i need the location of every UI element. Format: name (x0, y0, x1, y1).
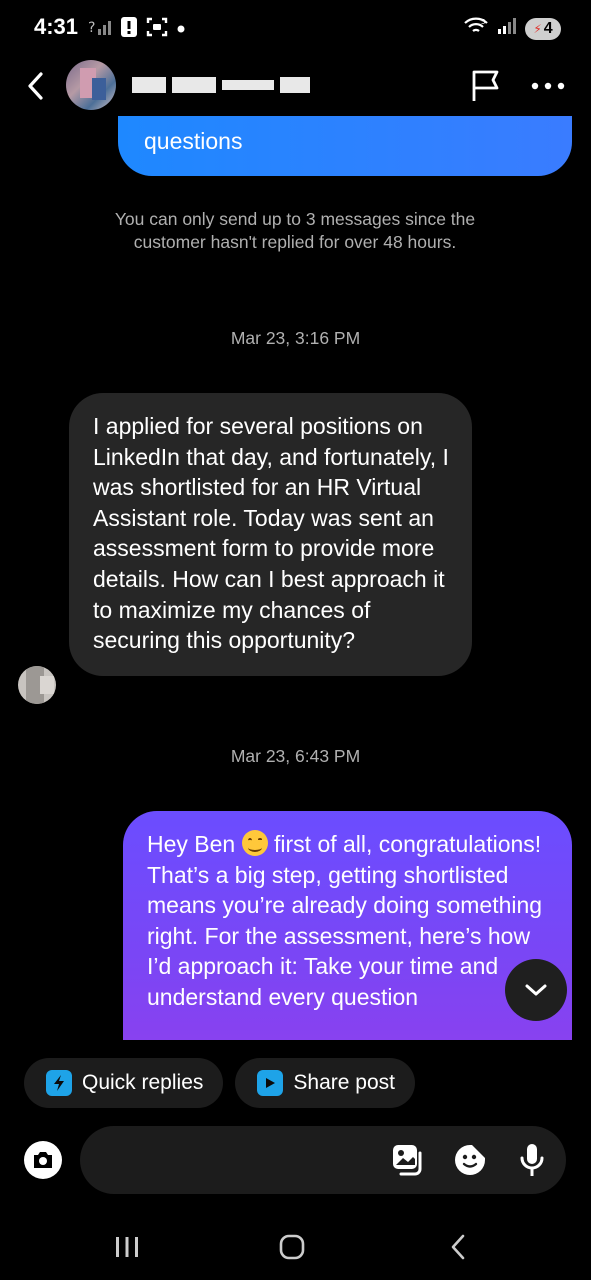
status-bar: 4:31 ? 5 ⚡ 4 (0, 0, 591, 56)
quick-replies-label: Quick replies (82, 1071, 204, 1094)
incoming-message-bubble[interactable]: I applied for several positions on Linke… (69, 393, 472, 676)
screenshot-icon (146, 16, 168, 43)
chat-header (0, 56, 591, 116)
message-timestamp: Mar 23, 6:43 PM (230, 746, 361, 766)
mic-icon (520, 1144, 544, 1176)
back-arrow-icon (28, 72, 43, 100)
alert-icon (120, 16, 138, 43)
battery-level: 4 (543, 19, 553, 37)
system-note: You can only send up to 3 messages since… (114, 209, 476, 252)
quick-replies-button[interactable]: Quick replies (24, 1058, 224, 1108)
home-button[interactable] (262, 1227, 322, 1267)
chat-screen: 4:31 ? 5 ⚡ 4 questions You can only send… (0, 0, 591, 1280)
home-icon (279, 1234, 305, 1260)
signal-question-icon: ? (88, 17, 112, 42)
contact-avatar[interactable] (66, 60, 116, 110)
outgoing-message-text-rest: first of all, congratulations! That’s a … (147, 831, 543, 1010)
status-time: 4:31 (34, 14, 79, 39)
sender-avatar[interactable] (18, 666, 56, 704)
back-chevron-icon (451, 1234, 465, 1260)
smiling-face-emoji-icon (241, 830, 268, 856)
gallery-icon (393, 1145, 422, 1176)
outgoing-message-text: questions (144, 128, 243, 154)
flag-button[interactable] (466, 66, 506, 106)
gallery-button[interactable] (390, 1142, 426, 1178)
mic-button[interactable] (514, 1142, 550, 1178)
outgoing-message-bubble[interactable]: Hey Ben first of all, congratulations! T… (123, 811, 572, 1040)
status-icons-right: 5 ⚡ 4 (463, 16, 561, 41)
contact-name[interactable] (132, 74, 310, 96)
share-post-button[interactable]: Share post (235, 1058, 415, 1108)
lightning-icon (46, 1070, 72, 1096)
more-options-button[interactable] (526, 66, 570, 106)
message-timestamp: Mar 23, 3:16 PM (230, 328, 361, 348)
dot-icon (176, 21, 186, 39)
quick-action-chips: Quick replies Share post (24, 1058, 415, 1108)
play-icon (257, 1070, 284, 1096)
more-icon (531, 82, 565, 90)
cell-signal-icon (497, 17, 517, 40)
outgoing-message-bubble[interactable]: questions (118, 116, 572, 176)
redaction-block (172, 77, 216, 93)
message-list[interactable]: questions You can only send up to 3 mess… (0, 116, 591, 1040)
camera-icon (34, 1152, 52, 1168)
status-icons-left: ? (88, 16, 186, 43)
chevron-down-icon (525, 984, 547, 996)
recents-icon (116, 1237, 138, 1257)
svg-text:5: 5 (481, 18, 485, 26)
sticker-button[interactable] (452, 1142, 488, 1178)
system-back-button[interactable] (428, 1227, 488, 1267)
message-composer (80, 1126, 566, 1194)
redaction-block (222, 80, 274, 90)
camera-button[interactable] (24, 1141, 62, 1179)
svg-text:?: ? (88, 20, 95, 36)
back-button[interactable] (18, 66, 52, 106)
flag-icon (472, 70, 499, 101)
message-input[interactable] (100, 1126, 380, 1194)
redaction-block (280, 77, 310, 93)
recents-button[interactable] (97, 1227, 157, 1267)
scroll-to-bottom-button[interactable] (505, 959, 567, 1021)
outgoing-message-text-start: Hey Ben (147, 831, 236, 857)
redaction-block (132, 77, 166, 93)
wifi-icon: 5 (463, 16, 489, 41)
system-navigation-bar (0, 1215, 591, 1280)
sticker-icon (455, 1145, 485, 1175)
incoming-message-text: I applied for several positions on Linke… (93, 413, 449, 654)
battery-icon: ⚡ 4 (525, 17, 561, 40)
share-post-label: Share post (293, 1071, 395, 1094)
